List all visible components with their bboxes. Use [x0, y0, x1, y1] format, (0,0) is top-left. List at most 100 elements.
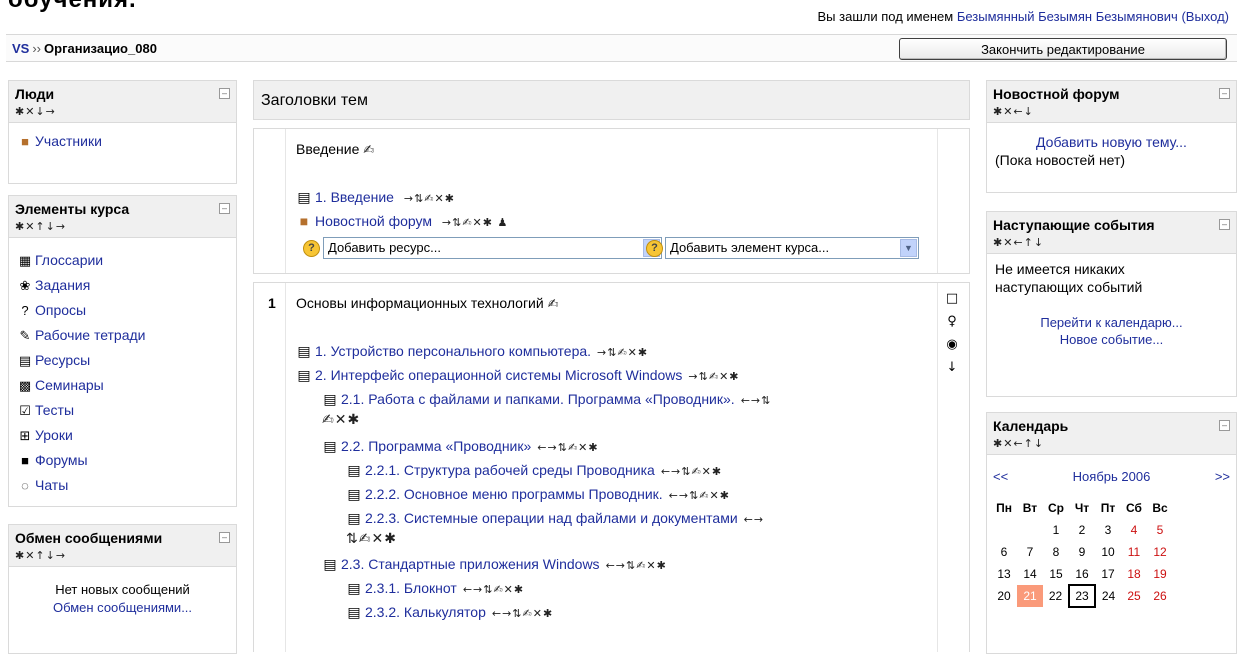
course-element-link[interactable]: ⊞ Уроки — [17, 423, 228, 448]
calendar-day[interactable]: 18 — [1121, 563, 1147, 585]
collapse-icon[interactable]: – — [219, 203, 230, 214]
calendar-day[interactable]: 23 — [1068, 584, 1096, 608]
calendar-day[interactable]: 1 — [1043, 519, 1069, 541]
help-icon[interactable]: ? — [303, 240, 320, 257]
user-profile-link[interactable]: Безымянный Безымян Безымянович — [957, 9, 1178, 24]
collapse-icon[interactable]: – — [1219, 219, 1230, 230]
item-edit-icons[interactable]: ←→⇅✍✕✱ — [537, 441, 598, 454]
resource-icon: ▤ — [323, 391, 337, 407]
course-element-link[interactable]: ✎ Рабочие тетради — [17, 323, 228, 348]
course-element-link[interactable]: ▩ Семинары — [17, 373, 228, 398]
calendar-day[interactable]: 4 — [1121, 519, 1147, 541]
item-edit-icons[interactable]: ←→⇅✍✕✱ — [463, 583, 524, 596]
block-edit-icons[interactable]: ✱✕↑↓→ — [15, 549, 230, 562]
add-activity-select[interactable]: Добавить элемент курса... ▼ — [665, 237, 919, 259]
calendar-link[interactable]: Перейти к календарю... — [1040, 315, 1182, 330]
course-element-link[interactable]: ▦ Глоссарии — [17, 248, 228, 273]
course-element-link[interactable]: ? Опросы — [17, 298, 228, 323]
login-info: Вы зашли под именем Безымянный Безымян Б… — [818, 9, 1229, 24]
item-edit-icons[interactable]: ←→⇅✍✕✱ — [492, 607, 553, 620]
block-edit-icons[interactable]: ✱✕←↑↓ — [993, 236, 1230, 249]
course-element-link[interactable]: ◌ Чаты — [17, 473, 228, 498]
calendar-day[interactable]: 7 — [1017, 541, 1043, 563]
calendar-day[interactable]: 2 — [1069, 519, 1095, 541]
calendar-day[interactable]: 6 — [991, 541, 1017, 563]
section-1: 1 □ ♀ ◉ ↓ Основы информационных технолог… — [253, 282, 970, 652]
help-icon[interactable]: ? — [646, 240, 663, 257]
calendar-day[interactable]: 15 — [1043, 563, 1069, 585]
end-editing-button[interactable]: Закончить редактирование — [899, 38, 1227, 60]
eye-icon[interactable]: ◉ — [943, 333, 961, 356]
move-down-icon[interactable]: ↓ — [943, 356, 961, 379]
calendar-day[interactable]: 10 — [1095, 541, 1121, 563]
edit-summary-icon[interactable]: ✍ — [363, 143, 375, 158]
calendar-day[interactable]: 24 — [1095, 585, 1121, 607]
collapse-icon[interactable]: – — [219, 532, 230, 543]
course-element-link[interactable]: ▤ Ресурсы — [17, 348, 228, 373]
resource-icon: ▤ — [347, 486, 361, 502]
chevron-down-icon: ▼ — [900, 239, 917, 257]
messages-link[interactable]: Обмен сообщениями... — [53, 600, 192, 615]
calendar-day[interactable]: 11 — [1121, 541, 1147, 563]
calendar-day[interactable]: 8 — [1043, 541, 1069, 563]
item-edit-icons[interactable]: ✍✕✱ — [322, 412, 360, 428]
calendar-day[interactable]: 26 — [1147, 585, 1173, 607]
collapse-icon[interactable]: – — [219, 88, 230, 99]
calendar-weekday: Чт — [1074, 501, 1090, 515]
calendar-day[interactable]: 25 — [1121, 585, 1147, 607]
calendar-day[interactable]: 19 — [1147, 563, 1173, 585]
breadcrumb-home-link[interactable]: VS — [12, 41, 29, 56]
participants-link[interactable]: ■ Участники — [17, 129, 228, 154]
calendar-day[interactable]: 17 — [1095, 563, 1121, 585]
collapse-icon[interactable]: – — [1219, 88, 1230, 99]
add-topic-link[interactable]: Добавить новую тему... — [1036, 134, 1187, 150]
add-resource-select[interactable]: Добавить ресурс... ▼ — [323, 237, 662, 259]
calendar-next-link[interactable]: >> — [1215, 469, 1230, 484]
resource-icon: ▤ — [347, 510, 361, 526]
course-element-link[interactable]: ❀ Задания — [17, 273, 228, 298]
calendar-day[interactable]: 9 — [1069, 541, 1095, 563]
calendar-day[interactable]: 12 — [1147, 541, 1173, 563]
item-edit-icons[interactable]: ←→⇅✍✕✱ — [606, 559, 667, 572]
calendar-day[interactable]: 13 — [991, 563, 1017, 585]
block-header: Новостной форум ✱✕←↓ – — [987, 81, 1236, 123]
collapse-icon[interactable]: – — [1219, 420, 1230, 431]
item-edit-icons[interactable]: →⇅✍✕✱ ♟ — [442, 216, 508, 229]
block-edit-icons[interactable]: ✱✕↓→ — [15, 105, 230, 118]
course-element-link[interactable]: ■ Форумы — [17, 448, 228, 473]
calendar-weekday: Вт — [1022, 501, 1038, 515]
calendar-day[interactable]: 22 — [1043, 585, 1069, 607]
section-title: Основы информационных технологий ✍ — [296, 295, 560, 312]
block-edit-icons[interactable]: ✱✕↑↓→ — [15, 220, 230, 233]
block-edit-icons[interactable]: ✱✕←↓ — [993, 105, 1230, 118]
item-edit-icons[interactable]: →⇅✍✕✱ — [597, 346, 648, 359]
item-edit-icons[interactable]: →⇅✍✕✱ — [688, 370, 739, 383]
block-title: Обмен сообщениями — [15, 530, 163, 546]
logout-link[interactable]: (Выход) — [1181, 9, 1229, 24]
calendar-day[interactable]: 21 — [1017, 585, 1043, 607]
calendar-day[interactable]: 16 — [1069, 563, 1095, 585]
item-edit-icons[interactable]: ←→⇅✍✕✱ — [661, 465, 722, 478]
calendar-block: Календарь ✱✕←↑↓ – << Ноябрь 2006 >> Пн Вт… — [986, 412, 1237, 654]
calendar-day[interactable]: 14 — [1017, 563, 1043, 585]
lightbulb-icon[interactable]: ♀ — [943, 310, 961, 333]
item-edit-icons[interactable]: →⇅✍✕✱ — [404, 192, 455, 205]
course-elements-block: Элементы курса ✱✕↑↓→ – ▦ Глоссарии ❀ Задани… — [8, 195, 237, 507]
calendar-day[interactable]: 3 — [1095, 519, 1121, 541]
item-edit-icons[interactable]: ⇅✍✕✱ — [346, 531, 397, 547]
highlight-icon[interactable]: □ — [943, 287, 961, 310]
block-edit-icons[interactable]: ✱✕←↑↓ — [993, 437, 1230, 450]
resource-icon: ▤ — [323, 438, 337, 454]
calendar-month-link[interactable]: Ноябрь 2006 — [991, 469, 1232, 484]
calendar-day[interactable]: 20 — [991, 585, 1017, 607]
block-title: Наступающие события — [993, 217, 1155, 233]
journal-icon: ✎ — [19, 328, 31, 343]
resource-icon: ▤ — [347, 462, 361, 478]
new-event-link[interactable]: Новое событие... — [1060, 332, 1163, 347]
item-edit-icons[interactable]: ←→ — [744, 513, 764, 526]
edit-summary-icon[interactable]: ✍ — [548, 297, 560, 312]
calendar-day[interactable]: 5 — [1147, 519, 1173, 541]
item-edit-icons[interactable]: ←→⇅ — [741, 394, 772, 407]
item-edit-icons[interactable]: ←→⇅✍✕✱ — [669, 489, 730, 502]
course-element-link[interactable]: ☑ Тесты — [17, 398, 228, 423]
